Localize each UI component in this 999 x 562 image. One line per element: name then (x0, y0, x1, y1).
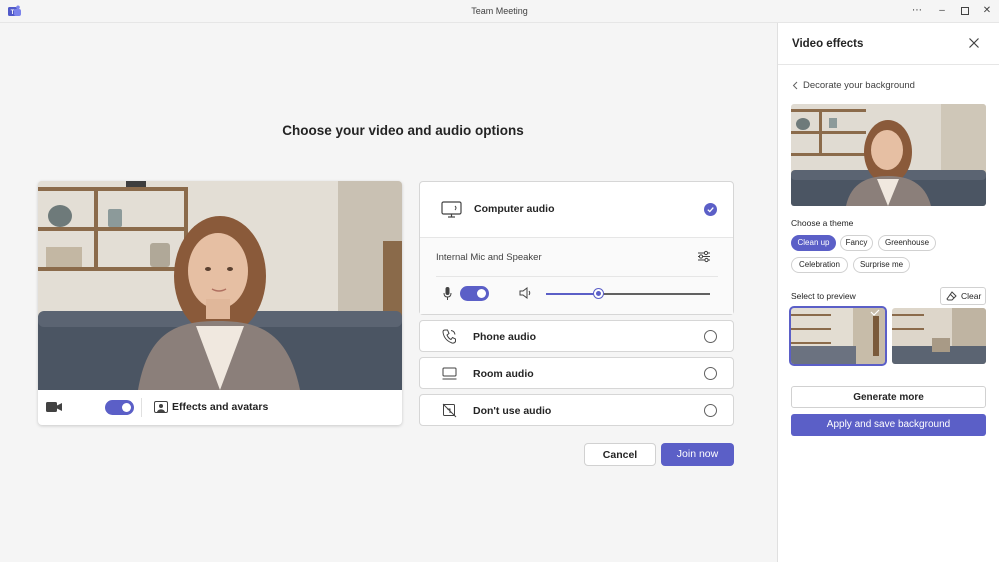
theme-chip-clean-up[interactable]: Clean up (791, 235, 836, 251)
selected-check-icon (704, 203, 717, 216)
audio-device-label: Internal Mic and Speaker (436, 252, 542, 263)
chevron-left-icon (792, 81, 798, 90)
phone-audio-radio[interactable] (704, 330, 717, 343)
volume-slider-fill (546, 293, 599, 295)
divider (141, 398, 142, 417)
effects-and-avatars-button[interactable]: Effects and avatars (172, 401, 268, 413)
phone-audio-label: Phone audio (473, 331, 536, 343)
title-bar: T Team Meeting ⋯ – ✕ (0, 0, 999, 23)
room-audio-label: Room audio (473, 368, 534, 380)
theme-chip-surprise-me[interactable]: Surprise me (853, 257, 910, 273)
effects-icon (154, 401, 168, 413)
computer-icon (441, 201, 462, 218)
window-title: Team Meeting (471, 6, 528, 16)
computer-audio-settings: Internal Mic and Speaker (420, 238, 733, 314)
camera-toggle[interactable] (105, 400, 134, 415)
computer-audio-option[interactable]: Computer audio (420, 182, 733, 238)
theme-chip-greenhouse[interactable]: Greenhouse (878, 235, 936, 251)
device-settings-icon[interactable] (697, 250, 711, 263)
microphone-toggle[interactable] (460, 286, 489, 301)
theme-chip-celebration[interactable]: Celebration (791, 257, 848, 273)
theme-chip-fancy[interactable]: Fancy (840, 235, 873, 251)
camera-preview-image (38, 181, 402, 390)
join-now-button[interactable]: Join now (661, 443, 734, 466)
close-window-icon[interactable]: ✕ (980, 4, 994, 18)
computer-audio-label: Computer audio (474, 203, 555, 215)
page-title: Choose your video and audio options (282, 123, 524, 138)
video-preview-card: Effects and avatars (38, 181, 402, 425)
close-icon[interactable] (968, 37, 980, 49)
divider (436, 276, 718, 277)
camera-icon (46, 402, 62, 412)
background-thumbnail-1[interactable] (789, 306, 887, 366)
phone-audio-option[interactable]: Phone audio (419, 320, 734, 352)
no-audio-option[interactable]: Don't use audio (419, 394, 734, 426)
video-controls: Effects and avatars (38, 390, 402, 425)
microphone-icon (443, 287, 452, 300)
computer-audio-panel[interactable]: Computer audio Internal Mic and Speaker (419, 181, 734, 315)
cancel-button[interactable]: Cancel (584, 443, 656, 466)
panel-title: Video effects (792, 38, 864, 50)
video-effects-panel: Video effects Decorate your background C… (777, 23, 999, 562)
room-audio-radio[interactable] (704, 367, 717, 380)
room-audio-option[interactable]: Room audio (419, 357, 734, 389)
eraser-icon (946, 291, 957, 301)
maximize-icon[interactable] (958, 4, 972, 18)
apply-and-save-button[interactable]: Apply and save background (791, 414, 986, 436)
minimize-icon[interactable]: – (935, 4, 949, 18)
background-preview-image (791, 104, 986, 206)
no-audio-radio[interactable] (704, 404, 717, 417)
phone-icon (442, 329, 456, 344)
room-icon (442, 367, 457, 380)
pre-join-stage: Choose your video and audio options Effe… (0, 23, 777, 562)
generate-more-button[interactable]: Generate more (791, 386, 986, 408)
back-label: Decorate your background (803, 80, 915, 91)
no-audio-label: Don't use audio (473, 405, 552, 417)
clear-button[interactable]: Clear (940, 287, 986, 305)
theme-label: Choose a theme (791, 218, 854, 228)
speaker-icon (519, 287, 531, 299)
clear-label: Clear (961, 291, 982, 301)
preview-label: Select to preview (791, 291, 856, 301)
background-thumbnail-2[interactable] (892, 308, 986, 364)
volume-slider-thumb[interactable] (593, 289, 603, 298)
no-audio-icon (442, 403, 457, 418)
more-options-icon[interactable]: ⋯ (910, 4, 924, 18)
panel-header: Video effects (778, 23, 999, 65)
